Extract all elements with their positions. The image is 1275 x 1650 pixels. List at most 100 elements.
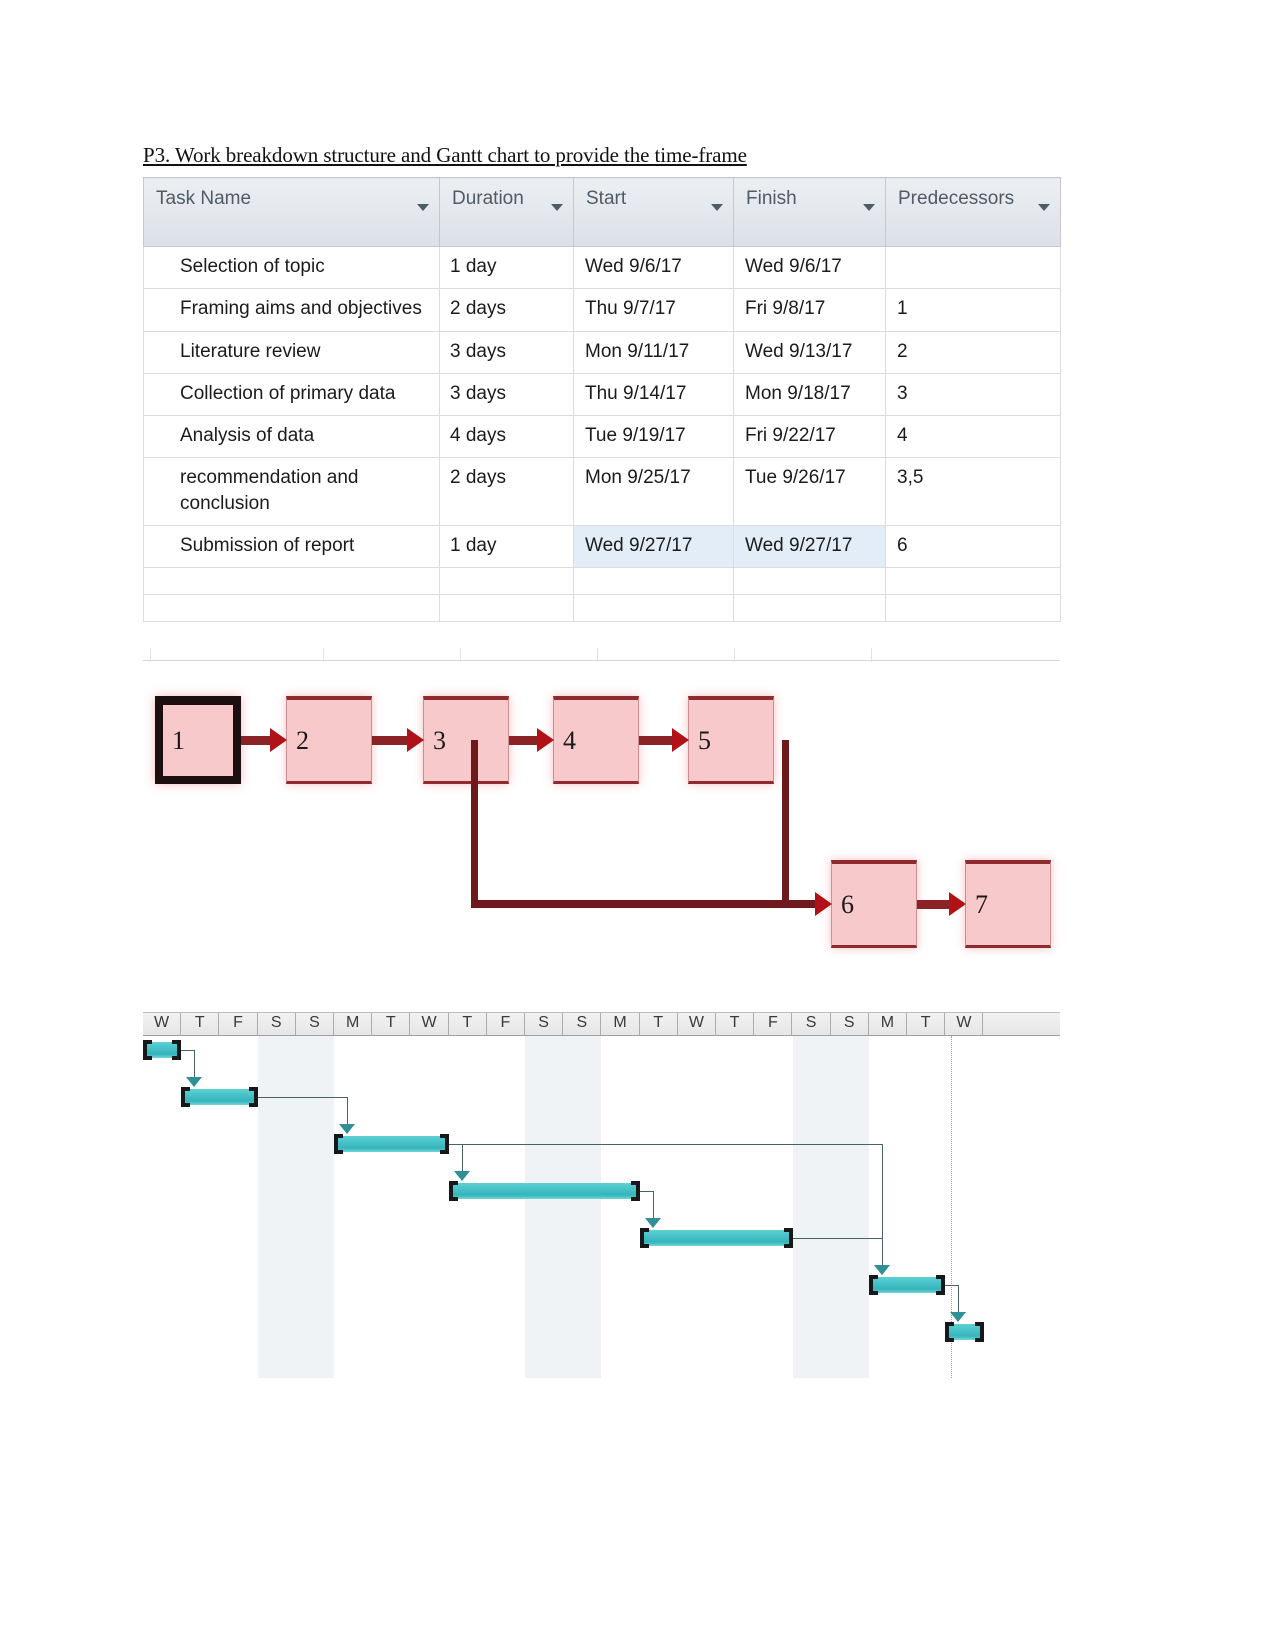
table-row-empty[interactable] <box>143 594 1061 623</box>
gantt-bar-end-cap <box>439 1134 449 1154</box>
gantt-bar-end-cap <box>248 1087 258 1107</box>
finish-date-cell[interactable]: Wed 9/27/17 <box>733 525 886 569</box>
table-row[interactable]: recommendation and conclusion 2 days Mon 9… <box>143 457 1061 526</box>
gantt-bar[interactable] <box>868 1275 946 1295</box>
gantt-link-arrow-icon <box>339 1124 356 1134</box>
predecessors-cell[interactable]: 6 <box>885 525 1061 569</box>
task-name-cell[interactable]: Submission of report <box>143 525 440 569</box>
task-name-cell[interactable]: Analysis of data <box>143 415 440 459</box>
network-node-6[interactable]: 6 <box>831 860 917 948</box>
empty-cell[interactable] <box>439 567 574 596</box>
filter-dropdown-arrow-icon[interactable] <box>1038 204 1050 211</box>
filter-dropdown-arrow-icon[interactable] <box>417 204 429 211</box>
empty-cell[interactable] <box>439 594 574 623</box>
start-date-cell[interactable]: Wed 9/6/17 <box>573 246 734 290</box>
empty-cell[interactable] <box>733 567 886 596</box>
network-node-4[interactable]: 4 <box>553 696 639 784</box>
column-header-start[interactable]: Start <box>573 177 734 247</box>
start-date-cell[interactable]: Wed 9/27/17 <box>573 525 734 569</box>
table-row[interactable]: Submission of report 1 day Wed 9/27/17 Wed … <box>143 525 1061 569</box>
gantt-link-vertical <box>461 1144 463 1171</box>
duration-cell[interactable]: 4 days <box>439 415 574 459</box>
duration-cell[interactable]: 2 days <box>439 288 574 332</box>
network-arrow-head-icon <box>949 892 966 916</box>
task-table: Task Name Duration Start Finish Predeces… <box>143 177 1061 623</box>
column-header-finish[interactable]: Finish <box>733 177 886 247</box>
gantt-timescale-header: WTFSSMTWTFSSMTWTFSSMTW <box>143 1012 1060 1036</box>
gantt-link-horizontal <box>792 1238 882 1239</box>
start-date-cell[interactable]: Mon 9/11/17 <box>573 331 734 374</box>
network-arrow-head-icon <box>815 892 832 916</box>
predecessors-cell[interactable]: 3,5 <box>885 457 1061 526</box>
table-row[interactable]: Literature review 3 days Mon 9/11/17 Wed 9/… <box>143 331 1061 374</box>
table-row[interactable]: Selection of topic 1 day Wed 9/6/17 Wed 9/6… <box>143 246 1061 290</box>
gantt-bar[interactable] <box>334 1134 449 1154</box>
filter-dropdown-arrow-icon[interactable] <box>863 204 875 211</box>
predecessors-cell[interactable]: 2 <box>885 331 1061 374</box>
predecessors-cell[interactable]: 4 <box>885 415 1061 459</box>
gantt-bar[interactable] <box>181 1087 258 1107</box>
task-name-cell[interactable]: Selection of topic <box>143 246 440 290</box>
network-node-2[interactable]: 2 <box>286 696 372 784</box>
gantt-link-vertical <box>958 1285 960 1312</box>
weekend-shading-band <box>295 1036 335 1378</box>
network-node-7[interactable]: 7 <box>965 860 1051 948</box>
filter-dropdown-arrow-icon[interactable] <box>711 204 723 211</box>
gantt-bar[interactable] <box>639 1228 793 1248</box>
empty-cell[interactable] <box>733 594 886 623</box>
empty-cell[interactable] <box>143 594 440 623</box>
duration-cell[interactable]: 1 day <box>439 525 574 569</box>
column-header-predecessors[interactable]: Predecessors <box>885 177 1061 247</box>
timescale-cell: S <box>831 1013 869 1035</box>
network-arrow-line <box>241 736 272 745</box>
start-date-cell[interactable]: Tue 9/19/17 <box>573 415 734 459</box>
task-name-cell[interactable]: recommendation and conclusion <box>143 457 440 526</box>
column-header-duration[interactable]: Duration <box>439 177 574 247</box>
weekend-shading-band <box>525 1036 564 1378</box>
table-row[interactable]: Collection of primary data 3 days Thu 9/14… <box>143 373 1061 417</box>
duration-cell[interactable]: 1 day <box>439 246 574 290</box>
finish-date-cell[interactable]: Wed 9/13/17 <box>733 331 886 374</box>
gantt-bar-start-cap <box>639 1228 649 1248</box>
gantt-link-vertical <box>652 1191 654 1218</box>
finish-date-cell[interactable]: Tue 9/26/17 <box>733 457 886 526</box>
gantt-bar-start-cap <box>868 1275 878 1295</box>
empty-cell[interactable] <box>885 594 1061 623</box>
finish-date-cell[interactable]: Fri 9/8/17 <box>733 288 886 332</box>
predecessors-cell[interactable]: 3 <box>885 373 1061 417</box>
timescale-cell: W <box>410 1013 449 1035</box>
task-name-cell[interactable]: Collection of primary data <box>143 373 440 417</box>
duration-cell[interactable]: 3 days <box>439 373 574 417</box>
table-row-empty[interactable] <box>143 567 1061 596</box>
predecessors-cell[interactable] <box>885 246 1061 290</box>
column-header-task-name[interactable]: Task Name <box>143 177 440 247</box>
finish-date-cell[interactable]: Mon 9/18/17 <box>733 373 886 417</box>
table-row[interactable]: Analysis of data 4 days Tue 9/19/17 Fri 9/2… <box>143 415 1061 459</box>
task-name-cell[interactable]: Framing aims and objectives <box>143 288 440 332</box>
empty-cell[interactable] <box>143 567 440 596</box>
empty-cell[interactable] <box>573 594 734 623</box>
gantt-bar[interactable] <box>448 1181 640 1201</box>
empty-cell[interactable] <box>573 567 734 596</box>
predecessors-cell[interactable]: 1 <box>885 288 1061 332</box>
network-node-5[interactable]: 5 <box>688 696 774 784</box>
duration-cell[interactable]: 3 days <box>439 331 574 374</box>
network-node-3[interactable]: 3 <box>423 696 509 784</box>
start-date-cell[interactable]: Thu 9/14/17 <box>573 373 734 417</box>
gantt-link-vertical <box>194 1050 196 1077</box>
filter-dropdown-arrow-icon[interactable] <box>551 204 563 211</box>
network-link-3-6-horizontal <box>471 900 817 908</box>
start-date-cell[interactable]: Mon 9/25/17 <box>573 457 734 526</box>
table-row[interactable]: Framing aims and objectives 2 days Thu 9/7… <box>143 288 1061 332</box>
task-name-cell[interactable]: Literature review <box>143 331 440 374</box>
timescale-cell: T <box>640 1013 678 1035</box>
duration-cell[interactable]: 2 days <box>439 457 574 526</box>
network-arrow-line <box>917 900 951 909</box>
start-date-cell[interactable]: Thu 9/7/17 <box>573 288 734 332</box>
gantt-bar[interactable] <box>945 1322 984 1342</box>
network-node-1[interactable]: 1 <box>155 696 241 784</box>
gantt-bar[interactable] <box>143 1040 182 1060</box>
finish-date-cell[interactable]: Fri 9/22/17 <box>733 415 886 459</box>
empty-cell[interactable] <box>885 567 1061 596</box>
finish-date-cell[interactable]: Wed 9/6/17 <box>733 246 886 290</box>
